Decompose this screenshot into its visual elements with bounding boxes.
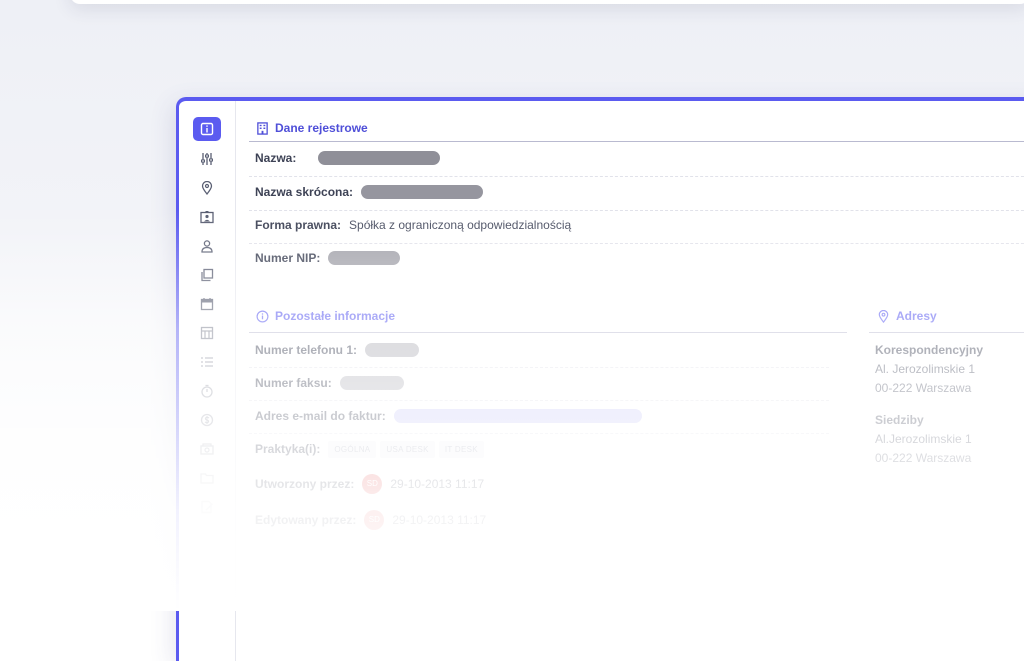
main-content: Dane rejestrowe Nazwa: Nazwa skrócona: F…: [249, 101, 1024, 661]
sidebar-item-notes[interactable]: [193, 495, 221, 519]
sidebar-item-invoices[interactable]: [193, 321, 221, 345]
other-row-created-by: Utworzony przez: SD 29-10-2013 11:17: [255, 474, 484, 494]
name-label: Nazwa:: [255, 151, 297, 165]
info-circle-icon: [256, 310, 269, 322]
money-icon: [200, 443, 214, 455]
seat-line1: Al.Jerozolimskie 1: [875, 432, 972, 446]
practices-label: Praktyka(i):: [255, 442, 321, 456]
invoice-icon: [200, 326, 214, 340]
edit-document-icon: [201, 500, 213, 514]
seat-address: Siedziby Al.Jerozolimskie 1 00-222 Warsz…: [875, 411, 972, 468]
other-row-phone: Numer telefonu 1:: [255, 340, 420, 360]
registry-row-name: Nazwa:: [255, 148, 441, 168]
sidebar-item-location[interactable]: [193, 176, 221, 200]
edited-date: 29-10-2013 11:17: [392, 513, 487, 527]
legal-form-label: Forma prawna:: [255, 218, 342, 232]
registry-section-header: Dane rejestrowe: [256, 121, 368, 135]
invoice-email-value-redacted: [393, 409, 642, 423]
addresses-header-divider: [869, 332, 1024, 333]
registry-header-divider: [249, 141, 1024, 142]
registry-section-title: Dane rejestrowe: [275, 121, 368, 135]
practice-tag: OGÓLNA: [328, 440, 377, 458]
sidebar-item-user[interactable]: [193, 234, 221, 258]
row-divider: [249, 367, 829, 368]
location-pin-icon: [878, 309, 889, 323]
registry-row-short-name: Nazwa skrócona:: [255, 182, 484, 202]
sliders-icon: [201, 153, 213, 165]
other-row-invoice-email: Adres e-mail do faktur:: [255, 406, 642, 426]
seat-line2: 00-222 Warszawa: [875, 451, 972, 465]
stopwatch-icon: [201, 384, 213, 398]
other-info-section-header: Pozostałe informacje: [256, 309, 395, 323]
addresses-section-header: Adresy: [877, 309, 937, 323]
practice-tag: IT DESK: [438, 440, 484, 458]
row-divider: [249, 210, 1024, 211]
seat-title: Siedziby: [875, 413, 924, 427]
created-date: 29-10-2013 11:17: [390, 477, 485, 491]
copy-icon: [201, 268, 214, 282]
folder-icon: [200, 473, 214, 484]
avatar: SD: [364, 510, 385, 530]
nip-label: Numer NIP:: [255, 251, 321, 265]
sidebar-item-id[interactable]: [193, 205, 221, 229]
correspondence-line2: 00-222 Warszawa: [875, 381, 972, 395]
row-divider: [249, 400, 829, 401]
other-row-practices: Praktyka(i): OGÓLNA USA DESK IT DESK: [255, 439, 488, 459]
sidebar-item-calendar[interactable]: [193, 292, 221, 316]
background-card: [70, 0, 1024, 4]
sidebar-item-tasks[interactable]: [193, 350, 221, 374]
avatar: SD: [362, 474, 383, 494]
name-value-redacted: [318, 151, 441, 165]
other-row-edited-by: Edytowany przez: SD 29-10-2013 11:17: [255, 510, 486, 530]
invoice-email-label: Adres e-mail do faktur:: [255, 409, 386, 423]
sidebar: [179, 101, 236, 661]
sidebar-item-files[interactable]: [193, 466, 221, 490]
created-by-label: Utworzony przez:: [255, 477, 355, 491]
legal-form-value: Spółka z ograniczoną odpowiedzialnością: [349, 218, 572, 232]
sidebar-item-billing[interactable]: [193, 408, 221, 432]
correspondence-line1: Al. Jerozolimskie 1: [875, 362, 976, 376]
sidebar-item-settings[interactable]: [193, 147, 221, 171]
phone-value-redacted: [365, 343, 420, 357]
sidebar-item-documents[interactable]: [193, 263, 221, 287]
phone-label: Numer telefonu 1:: [255, 343, 358, 357]
short-name-value-redacted: [361, 185, 484, 199]
fax-value-redacted: [339, 376, 404, 390]
addresses-section-title: Adresy: [896, 309, 937, 323]
company-details-panel: Dane rejestrowe Nazwa: Nazwa skrócona: F…: [176, 97, 1024, 661]
row-divider: [249, 433, 829, 434]
row-divider: [249, 176, 1024, 177]
user-icon: [201, 240, 213, 253]
dollar-icon: [200, 413, 214, 427]
checklist-icon: [201, 357, 213, 367]
edited-by-label: Edytowany przez:: [255, 513, 357, 527]
practice-tag: USA DESK: [380, 440, 435, 458]
sidebar-item-payments[interactable]: [193, 437, 221, 461]
nip-value-redacted: [328, 251, 401, 265]
sidebar-item-info[interactable]: [193, 117, 221, 141]
registry-row-nip: Numer NIP:: [255, 248, 401, 268]
registry-row-legal-form: Forma prawna: Spółka z ograniczoną odpow…: [255, 215, 571, 235]
info-icon: [200, 122, 214, 136]
correspondence-address: Korespondencyjny Al. Jerozolimskie 1 00-…: [875, 341, 983, 398]
sidebar-item-time[interactable]: [193, 379, 221, 403]
correspondence-title: Korespondencyjny: [875, 343, 984, 357]
fax-label: Numer faksu:: [255, 376, 332, 390]
row-divider: [249, 243, 1024, 244]
location-pin-icon: [201, 181, 213, 195]
id-card-icon: [200, 211, 214, 224]
building-icon: [257, 121, 268, 135]
other-info-section-title: Pozostałe informacje: [275, 309, 396, 323]
other-info-header-divider: [249, 332, 847, 333]
calendar-icon: [200, 298, 214, 311]
short-name-label: Nazwa skrócona:: [255, 185, 354, 199]
other-row-fax: Numer faksu:: [255, 373, 404, 393]
